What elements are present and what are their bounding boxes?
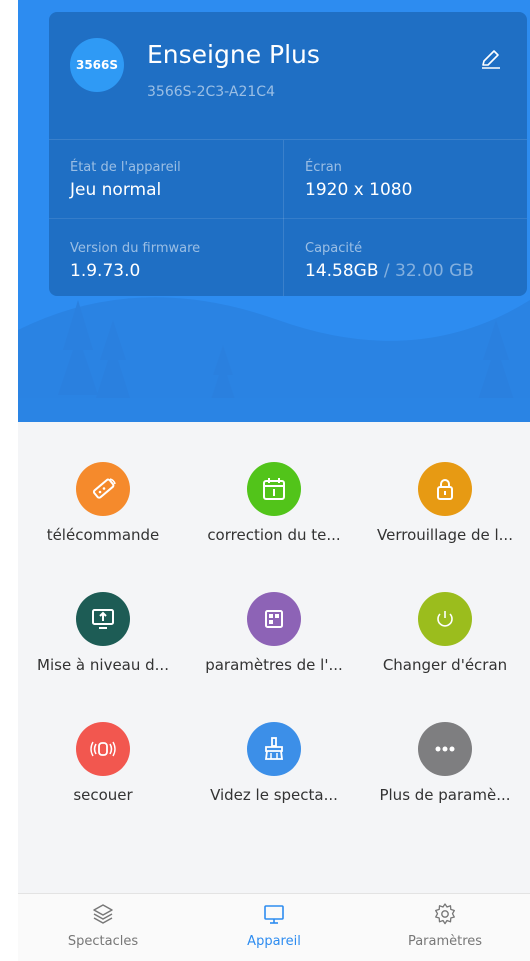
feature-shake[interactable]: secouer <box>18 682 188 812</box>
feature-label: correction du te... <box>207 526 341 544</box>
feature-upgrade[interactable]: Mise à niveau d... <box>18 552 188 682</box>
broom-icon <box>264 737 284 760</box>
feature-label: paramètres de l'... <box>205 656 343 674</box>
capacity-used: 14.58GB <box>305 261 379 281</box>
upgrade-icon <box>92 609 114 629</box>
feature-label: Changer d'écran <box>382 656 508 674</box>
device-name: Enseigne Plus <box>147 40 320 69</box>
layout-icon <box>265 610 283 628</box>
feature-circle <box>418 592 472 646</box>
screen-value: 1920 x 1080 <box>305 180 413 200</box>
capacity-value: 14.58GB / 32.00 GB <box>305 261 474 281</box>
feature-label: télécommande <box>46 526 160 544</box>
shake-icon <box>90 741 116 757</box>
feature-circle <box>76 592 130 646</box>
feature-circle <box>76 462 130 516</box>
info-divider-horizontal <box>49 218 527 219</box>
remote-icon <box>92 478 116 499</box>
lock-icon <box>437 479 453 500</box>
monitor-icon <box>264 905 284 924</box>
feature-circle <box>418 462 472 516</box>
feature-circle <box>247 722 301 776</box>
feature-lock[interactable]: Verrouillage de l... <box>360 422 530 552</box>
tab-label: Paramètres <box>407 934 483 949</box>
screen-label: Écran <box>305 160 342 175</box>
tab-spectacles[interactable]: Spectacles <box>18 894 188 961</box>
feature-label: Plus de paramè... <box>379 786 511 804</box>
device-card: 3566S Enseigne Plus 3566S-2C3-A21C4 État… <box>49 12 527 296</box>
feature-more-settings[interactable]: Plus de paramè... <box>360 682 530 812</box>
capacity-label: Capacité <box>305 241 363 256</box>
feature-label: Videz le specta... <box>210 786 338 804</box>
power-icon <box>437 611 453 627</box>
tab-appareil[interactable]: Appareil <box>189 894 359 961</box>
tab-label: Appareil <box>247 934 301 949</box>
more-icon <box>435 746 455 752</box>
feature-circle <box>247 462 301 516</box>
feature-circle <box>76 722 130 776</box>
feature-remote-control[interactable]: télécommande <box>18 422 188 552</box>
tab-parametres[interactable]: Paramètres <box>360 894 530 961</box>
feature-grid: télécommande correction du te... Verroui… <box>18 422 530 812</box>
feature-change-screen[interactable]: Changer d'écran <box>360 552 530 682</box>
device-card-header: 3566S Enseigne Plus 3566S-2C3-A21C4 <box>49 12 527 140</box>
bottom-tab-bar: Spectacles Appareil Paramètres <box>18 893 530 961</box>
feature-label: Mise à niveau d... <box>37 656 169 674</box>
feature-circle <box>418 722 472 776</box>
feature-label: secouer <box>73 786 133 804</box>
tab-label: Spectacles <box>67 934 139 949</box>
gear-icon <box>435 903 455 925</box>
feature-layout-settings[interactable]: paramètres de l'... <box>189 552 359 682</box>
feature-label: Verrouillage de l... <box>377 526 513 544</box>
firmware-value: 1.9.73.0 <box>70 261 141 281</box>
app-screen: 3566S Enseigne Plus 3566S-2C3-A21C4 État… <box>18 0 530 961</box>
feature-clear-show[interactable]: Videz le specta... <box>189 682 359 812</box>
state-value: Jeu normal <box>70 180 162 200</box>
firmware-label: Version du firmware <box>70 241 201 256</box>
calendar-icon <box>263 478 285 500</box>
device-model: 3566S-2C3-A21C4 <box>147 84 275 100</box>
capacity-total: / 32.00 GB <box>378 261 474 281</box>
device-logo: 3566S <box>70 38 124 92</box>
edit-pencil-icon[interactable] <box>479 46 503 70</box>
feature-time-correction[interactable]: correction du te... <box>189 422 359 552</box>
feature-circle <box>247 592 301 646</box>
header-background: 3566S Enseigne Plus 3566S-2C3-A21C4 État… <box>18 0 530 422</box>
state-label: État de l'appareil <box>70 160 181 175</box>
layers-icon <box>93 904 113 924</box>
